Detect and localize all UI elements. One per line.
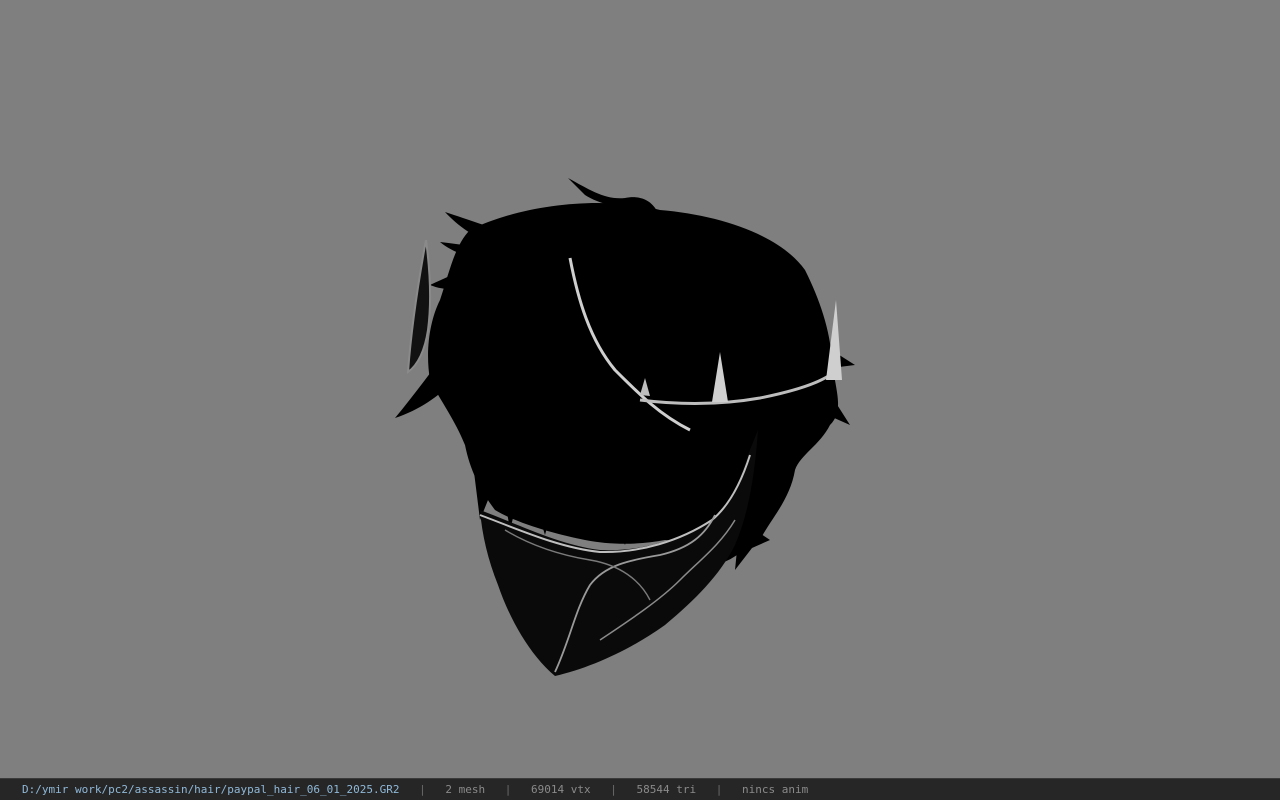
separator: | [610,783,617,796]
separator: | [504,783,512,796]
triangle-count: 58544 tri [636,783,697,796]
separator: | [419,783,426,796]
animation-status: nincs anim [741,783,809,796]
mesh-count: 2 mesh [445,783,486,796]
hair-model-render[interactable] [0,0,1280,778]
left-horn-accessory [406,239,432,375]
status-bar: D:/ymir work/pc2/assassin/hair/paypal_ha… [0,778,1280,800]
vertex-count: 69014 vtx [531,783,591,796]
3d-viewport[interactable] [0,0,1280,778]
file-path: D:/ymir work/pc2/assassin/hair/paypal_ha… [22,783,400,796]
separator: | [715,783,723,796]
